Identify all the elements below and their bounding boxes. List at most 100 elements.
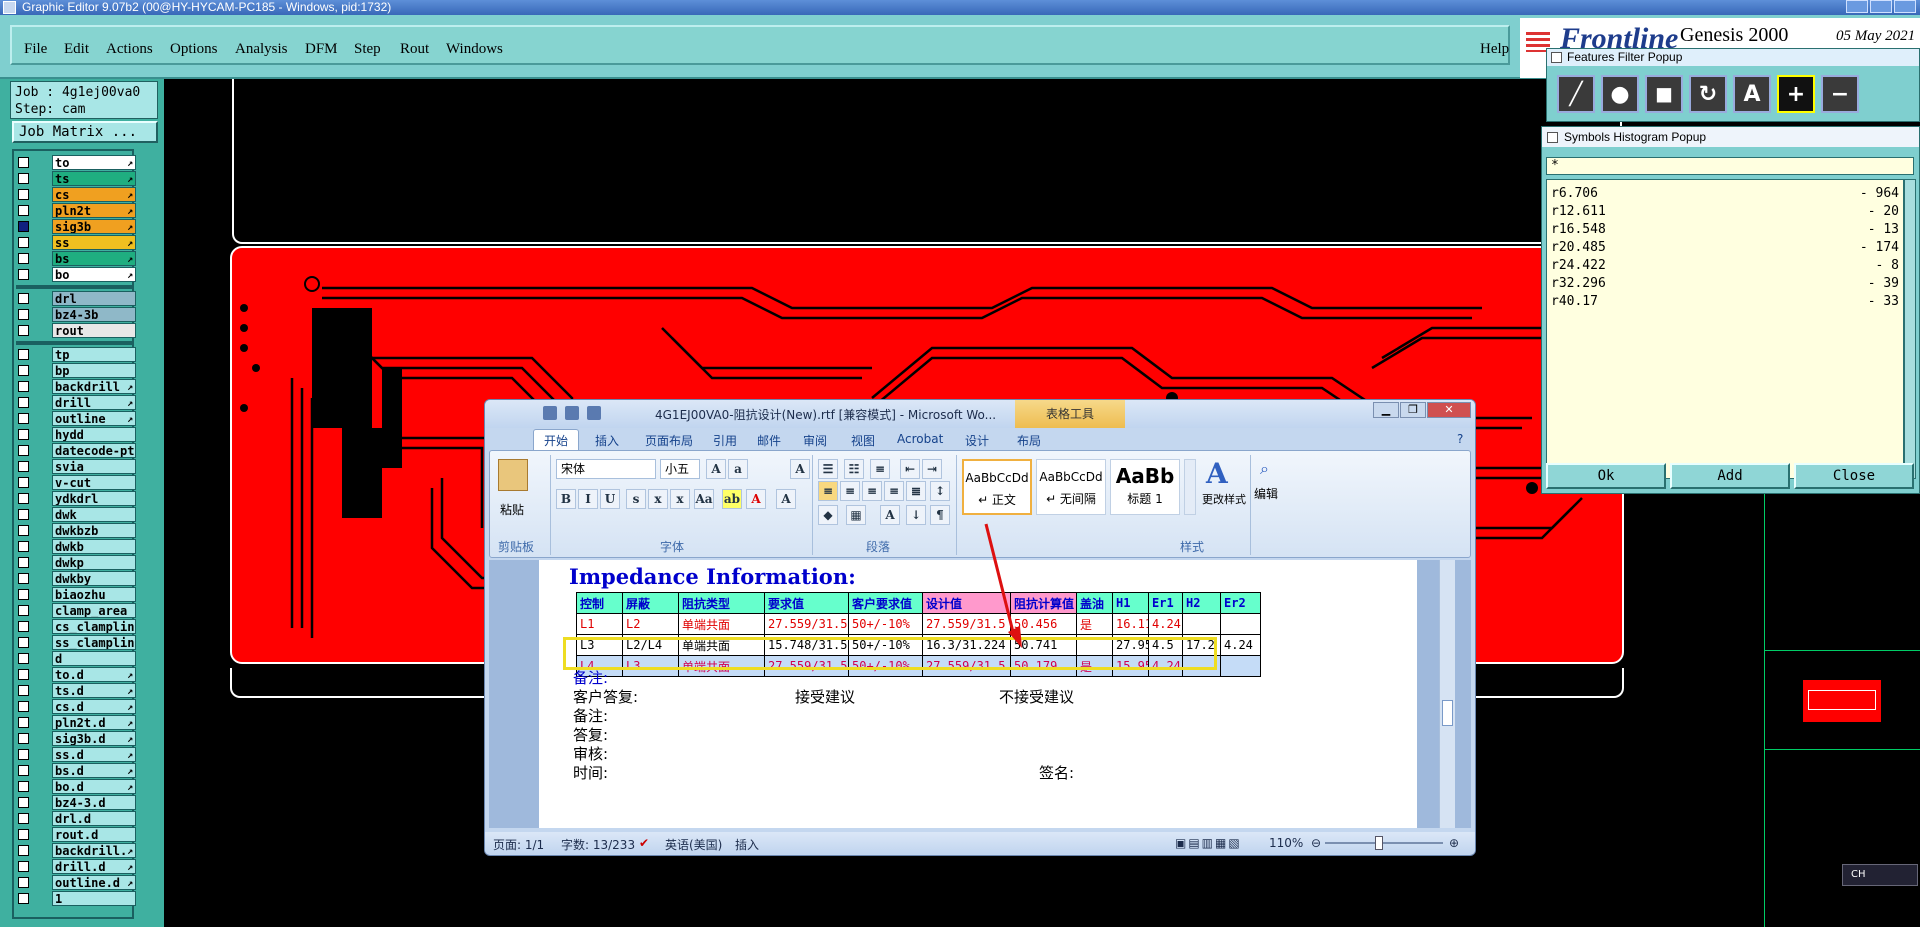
layer-checkbox[interactable] — [18, 325, 29, 336]
highlight-icon[interactable]: ab — [722, 489, 742, 509]
decrease-indent-icon[interactable]: ⇤ — [900, 459, 920, 479]
save-icon[interactable] — [543, 406, 557, 420]
layer-row[interactable]: cs.d ↗ — [16, 699, 136, 714]
layer-checkbox[interactable] — [18, 781, 29, 792]
find-icon[interactable]: ⌕ — [1260, 459, 1269, 479]
layer-row[interactable]: to.d ↗ — [16, 667, 136, 682]
layer-checkbox[interactable] — [18, 797, 29, 808]
table-cell[interactable]: 27.559/31.5 — [764, 613, 849, 635]
layer-row[interactable]: outline ↗ — [16, 411, 136, 426]
increase-indent-icon[interactable]: ⇥ — [922, 459, 942, 479]
italic-icon[interactable]: I — [578, 489, 598, 509]
layer-name[interactable]: biaozhu — [52, 587, 136, 602]
layer-row[interactable]: ss.d ↗ — [16, 747, 136, 762]
layer-name[interactable]: 1 — [52, 891, 136, 906]
menu-rout[interactable]: Rout — [400, 41, 429, 58]
layer-checkbox[interactable] — [18, 669, 29, 680]
layer-row[interactable]: backdrill ↗ — [16, 379, 136, 394]
document-scrollbar[interactable] — [1439, 560, 1455, 828]
styles-scroll[interactable] — [1184, 459, 1196, 515]
chinese-layout-icon[interactable]: A — [880, 505, 900, 525]
distributed-icon[interactable]: ≣ — [906, 481, 926, 501]
layer-row[interactable]: bs ↗ — [16, 251, 136, 266]
table-cell[interactable]: 4.24 — [1148, 613, 1183, 635]
zoom-level[interactable]: 110% — [1269, 836, 1303, 850]
layer-row[interactable]: ts ↗ — [16, 171, 136, 186]
table-cell[interactable]: 4.24 — [1220, 634, 1261, 656]
ime-language-bar[interactable]: CH — [1842, 864, 1918, 886]
ribbon-tab[interactable]: 开始 — [533, 429, 580, 451]
proofing-icon[interactable]: ✔ — [639, 836, 649, 850]
layer-name[interactable]: ss.d ↗ — [52, 747, 136, 762]
help-icon[interactable]: ? — [1457, 432, 1463, 446]
undo-icon[interactable] — [565, 406, 579, 420]
table-row[interactable]: L1 L2 单端共面 27.559/31.5 50+/-10% 27.559/31.5 50… — [576, 613, 1261, 635]
layer-checkbox[interactable] — [18, 685, 29, 696]
table-header[interactable]: 盖油 — [1076, 592, 1113, 614]
strikethrough-icon[interactable]: s — [626, 489, 646, 509]
view-buttons-icon[interactable]: ▣▤▥▦▧ — [1175, 836, 1242, 850]
ribbon-tab[interactable]: 设计 — [965, 432, 989, 449]
style-heading-1[interactable]: AaBb 标题 1 — [1110, 459, 1180, 515]
word-restore-button[interactable]: ❐ — [1400, 402, 1426, 418]
zoom-out-icon[interactable]: ⊖ — [1311, 836, 1321, 850]
layer-name[interactable]: outline.d ↗ — [52, 875, 136, 890]
menu-edit[interactable]: Edit — [64, 41, 89, 58]
layer-row[interactable]: ss ↗ — [16, 235, 136, 250]
layer-checkbox[interactable] — [18, 541, 29, 552]
layer-checkbox[interactable] — [18, 413, 29, 424]
symbol-row[interactable]: r12.611 - 20 — [1551, 204, 1899, 222]
menu-help[interactable]: Help — [1480, 41, 1509, 58]
layer-checkbox[interactable] — [18, 861, 29, 872]
symbol-list-scrollbar[interactable] — [1904, 179, 1916, 479]
layer-row[interactable]: ydkdrl — [16, 491, 136, 506]
layer-name[interactable]: drill ↗ — [52, 395, 136, 410]
font-size-box[interactable]: 小五 — [660, 459, 700, 479]
layer-row[interactable]: bo ↗ — [16, 267, 136, 282]
layer-row[interactable]: bz4-3.d — [16, 795, 136, 810]
layer-row[interactable]: to ↗ — [16, 155, 136, 170]
layer-name[interactable]: pln2t.d ↗ — [52, 715, 136, 730]
layer-name[interactable]: drill.d ↗ — [52, 859, 136, 874]
table-header[interactable]: 阻抗类型 — [678, 592, 765, 614]
layer-checkbox[interactable] — [18, 877, 29, 888]
change-styles-label[interactable]: 更改样式 — [1202, 491, 1246, 507]
symbol-row[interactable]: r6.706 - 964 — [1551, 186, 1899, 204]
layer-name[interactable]: dwkb — [52, 539, 136, 554]
layer-checkbox[interactable] — [18, 749, 29, 760]
layer-row[interactable]: clamp_area — [16, 603, 136, 618]
table-header[interactable]: 要求值 — [764, 592, 849, 614]
line-icon[interactable]: ╱ — [1557, 75, 1595, 113]
layer-checkbox[interactable] — [18, 205, 29, 216]
layer-row[interactable]: cs ↗ — [16, 187, 136, 202]
layer-checkbox[interactable] — [18, 461, 29, 472]
layer-row[interactable]: drill ↗ — [16, 395, 136, 410]
symbol-list[interactable]: r6.706 - 964 r12.611 - 20 r16.548 - 13 r20.485… — [1546, 179, 1904, 479]
layer-name[interactable]: datecode-pt — [52, 443, 136, 458]
layer-row[interactable]: ss_clampline — [16, 635, 136, 650]
menu-options[interactable]: Options — [170, 41, 218, 58]
layer-row[interactable]: hydd — [16, 427, 136, 442]
layer-name[interactable]: v-cut — [52, 475, 136, 490]
table-cell[interactable]: 单端共面 — [678, 613, 765, 635]
layer-checkbox[interactable] — [18, 637, 29, 648]
layer-row[interactable]: v-cut — [16, 475, 136, 490]
table-cell[interactable]: L1 — [576, 613, 623, 635]
layer-name[interactable]: bo ↗ — [52, 267, 136, 282]
symbol-filter-input[interactable]: * — [1546, 157, 1914, 175]
document-page[interactable]: Impedance Information: 控制 屏蔽 阻抗类型 要求值 客户要求值设… — [539, 560, 1417, 828]
ok-button[interactable]: Ok — [1546, 463, 1666, 489]
symbol-row[interactable]: r32.296 - 39 — [1551, 276, 1899, 294]
layer-row[interactable]: tp — [16, 347, 136, 362]
layer-name[interactable]: ts ↗ — [52, 171, 136, 186]
menu-windows[interactable]: Windows — [446, 41, 503, 58]
layer-row[interactable]: dwkbzb — [16, 523, 136, 538]
redo-icon[interactable] — [587, 406, 601, 420]
layer-row[interactable]: dwkb — [16, 539, 136, 554]
layer-name[interactable]: clamp_area — [52, 603, 136, 618]
ribbon-tab[interactable]: 视图 — [851, 432, 875, 449]
layer-checkbox[interactable] — [18, 221, 29, 232]
layer-checkbox[interactable] — [18, 477, 29, 488]
table-header[interactable]: H2 — [1182, 592, 1221, 614]
table-cell[interactable]: 50+/-10% — [848, 613, 923, 635]
